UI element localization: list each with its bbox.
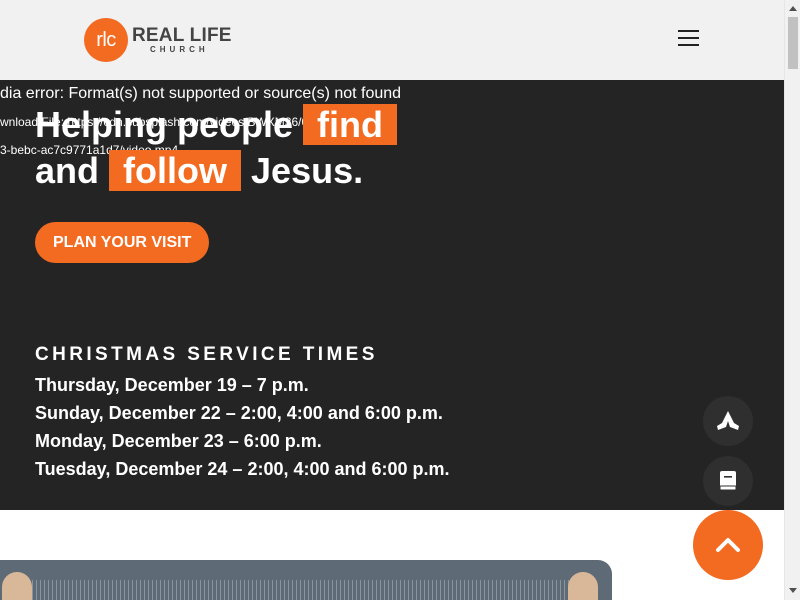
- logo[interactable]: rlc REAL LIFE CHURCH: [84, 18, 232, 62]
- lower-card-decor-left: [2, 572, 32, 600]
- chevron-up-icon: [716, 538, 740, 552]
- site-header: rlc REAL LIFE CHURCH: [0, 0, 784, 80]
- headline-part-1: Helping people: [35, 104, 294, 145]
- headline-highlight-follow: follow: [109, 150, 242, 191]
- hamburger-icon[interactable]: [678, 30, 700, 48]
- service-time-item: Monday, December 23 – 6:00 p.m.: [35, 431, 322, 451]
- logo-main-text: REAL LIFE: [132, 25, 232, 46]
- prayer-button[interactable]: [703, 396, 753, 446]
- scroll-up-arrow[interactable]: [789, 6, 797, 11]
- logo-sub-text: CHURCH: [150, 45, 209, 54]
- logo-mark: rlc: [84, 18, 128, 62]
- headline-highlight-find: find: [303, 104, 398, 145]
- service-time-item: Thursday, December 19 – 7 p.m.: [35, 375, 309, 395]
- scrollbar-thumb[interactable]: [788, 17, 798, 69]
- logo-text: REAL LIFE CHURCH: [132, 26, 232, 54]
- headline-part-3: Jesus.: [251, 150, 364, 191]
- bible-icon: [719, 471, 737, 491]
- lower-card-decor-right: [568, 572, 598, 600]
- lower-card-image: [28, 580, 584, 600]
- hero-headline: Helping people find and follow Jesus.: [35, 102, 398, 194]
- hero-section: dia error: Format(s) not supported or so…: [0, 80, 784, 510]
- service-times-title: CHRISTMAS SERVICE TIMES: [35, 344, 378, 365]
- media-error-text: dia error: Format(s) not supported or so…: [0, 85, 402, 102]
- scroll-down-arrow[interactable]: [789, 588, 797, 593]
- back-to-top-button[interactable]: [693, 510, 763, 580]
- praying-hands-icon: [717, 411, 739, 430]
- lower-feature-card: [0, 560, 612, 600]
- page-scrollbar[interactable]: [784, 0, 800, 600]
- service-time-item: Tuesday, December 24 – 2:00, 4:00 and 6:…: [35, 459, 450, 479]
- bible-button[interactable]: [703, 456, 753, 506]
- service-times-list: Thursday, December 19 – 7 p.m. Sunday, D…: [35, 371, 450, 483]
- plan-your-visit-button[interactable]: PLAN YOUR VISIT: [35, 222, 210, 263]
- service-time-item: Sunday, December 22 – 2:00, 4:00 and 6:0…: [35, 403, 443, 423]
- headline-part-2: and: [35, 150, 100, 191]
